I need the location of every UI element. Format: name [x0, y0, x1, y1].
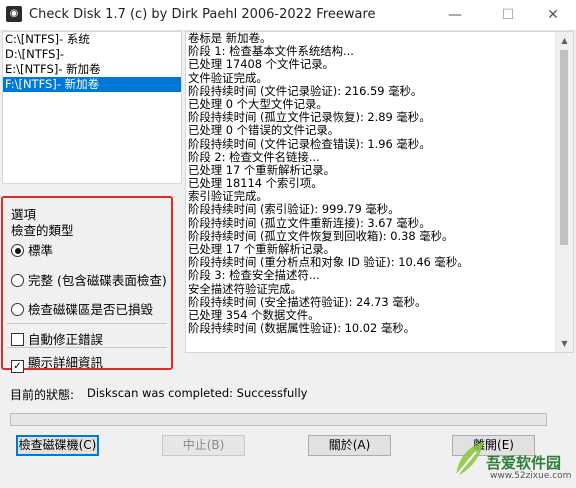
scroll-down-arrow-icon[interactable]: ▼ [556, 335, 573, 352]
checkbox-show-details[interactable]: ✓ 顯示詳細資訊 [11, 352, 103, 373]
log-line: 已处理 17408 个文件记录。 [188, 58, 334, 72]
log-line: 安全描述符验证完成。 [188, 282, 302, 296]
log-line: 已处理 0 个大型文件记录。 [188, 97, 328, 111]
log-lines: 卷标是 新加卷。 阶段 1: 检查基本文件系统结构... 已处理 17408 个… [188, 32, 558, 335]
checkbox-indicator[interactable] [11, 333, 24, 346]
watermark-url: www.52zixue.com [490, 471, 572, 481]
log-line: 已处理 0 个错误的文件记录。 [188, 124, 340, 138]
log-line: 阶段 1: 检查基本文件系统结构... [188, 45, 354, 59]
stop-button[interactable]: 中止(B) [162, 435, 245, 456]
radio-indicator[interactable] [11, 274, 24, 287]
radio-label: 標準 [28, 243, 54, 258]
log-line: 阶段持续时间 (孤立文件记录恢复): 2.89 毫秒。 [188, 111, 431, 125]
log-line: 已处理 354 个数据文件。 [188, 308, 320, 322]
drive-item-f[interactable]: F:\[NTFS]- 新加卷 [3, 77, 181, 92]
radio-indicator[interactable] [11, 303, 24, 316]
options-divider [7, 323, 167, 324]
log-output[interactable]: 卷标是 新加卷。 阶段 1: 检查基本文件系统结构... 已处理 17408 个… [185, 31, 574, 353]
log-line: 文件验证完成。 [188, 71, 268, 85]
scroll-up-arrow-icon[interactable]: ▲ [556, 32, 573, 49]
drive-list[interactable]: C:\[NTFS]- 系统 D:\[NTFS]- E:\[NTFS]- 新加卷 … [2, 31, 182, 184]
maximize-button[interactable]: ☐ [485, 0, 531, 30]
log-line: 已处理 18114 个索引项。 [188, 177, 323, 191]
log-line: 阶段持续时间 (重分析点和对象 ID 验证): 10.46 毫秒。 [188, 256, 469, 270]
log-line: 索引验证完成。 [188, 190, 268, 204]
log-line: 阶段持续时间 (文件记录检查错误): 1.96 毫秒。 [188, 137, 431, 151]
log-line: 阶段 3: 检查安全描述符... [188, 269, 320, 283]
log-line: 卷标是 新加卷。 [188, 32, 272, 45]
log-line: 阶段持续时间 (安全描述符验证): 24.73 毫秒。 [188, 295, 427, 309]
status-label: 目前的狀態: [10, 388, 75, 402]
window-title: Check Disk 1.7 (c) by Dirk Paehl 2006-20… [29, 7, 376, 22]
log-line: 阶段 2: 检查文件名链接... [188, 150, 320, 164]
log-scrollbar[interactable]: ▲ ▼ [555, 32, 573, 352]
log-line: 阶段持续时间 (孤立文件重新连接): 3.67 毫秒。 [188, 216, 431, 230]
radio-label: 完整 (包含磁碟表面檢查) [28, 273, 167, 288]
status-text: Diskscan was completed: Successfully [87, 386, 308, 400]
options-group: 選項 檢查的類型 標準 完整 (包含磁碟表面檢查) 檢查磁碟區是否已損毀 自動修… [1, 196, 173, 373]
drive-item-d[interactable]: D:\[NTFS]- [3, 47, 181, 62]
about-button[interactable]: 關於(A) [308, 435, 391, 456]
disk-icon: ◉ [6, 6, 22, 22]
checkmark-icon[interactable]: ✓ [11, 360, 24, 373]
log-line: 阶段持续时间 (孤立文件恢复到回收箱): 0.38 毫秒。 [188, 229, 454, 243]
scroll-thumb[interactable] [560, 50, 568, 245]
drive-item-e[interactable]: E:\[NTFS]- 新加卷 [3, 62, 181, 77]
radio-label: 檢查磁碟區是否已損毀 [28, 302, 154, 317]
check-type-label: 檢查的類型 [11, 223, 74, 238]
progress-bar [10, 413, 547, 426]
options-divider [7, 347, 167, 348]
exit-button[interactable]: 離開(E) [452, 435, 535, 456]
check-drive-button[interactable]: 檢查磁碟機(C) [16, 435, 99, 456]
radio-standard[interactable]: 標準 [11, 240, 53, 259]
radio-full[interactable]: 完整 (包含磁碟表面檢查) [11, 270, 167, 289]
log-line: 阶段持续时间 (文件记录验证): 216.59 毫秒。 [188, 84, 423, 98]
title-bar: ◉ Check Disk 1.7 (c) by Dirk Paehl 2006-… [0, 0, 576, 31]
radio-check-corrupt[interactable]: 檢查磁碟區是否已損毀 [11, 299, 153, 318]
checkbox-auto-fix[interactable]: 自動修正錯誤 [11, 329, 103, 348]
log-line: 已处理 17 个重新解析记录。 [188, 163, 336, 177]
checkbox-label: 顯示詳細資訊 [28, 355, 104, 370]
radio-indicator[interactable] [11, 244, 24, 257]
log-line: 阶段持续时间 (数据属性验证): 10.02 毫秒。 [188, 322, 416, 336]
drive-item-c[interactable]: C:\[NTFS]- 系统 [3, 32, 181, 47]
log-line: 阶段持续时间 (索引验证): 999.79 毫秒。 [188, 203, 400, 217]
close-button[interactable]: ✕ [530, 0, 576, 30]
log-line: 已处理 17 个重新解析记录。 [188, 243, 336, 256]
checkbox-label: 自動修正錯誤 [28, 332, 104, 347]
minimize-button[interactable]: — [432, 0, 478, 30]
